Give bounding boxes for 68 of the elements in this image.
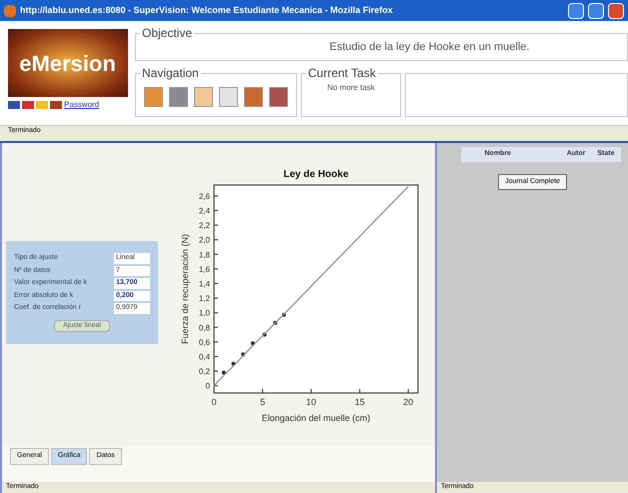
y-tick-label: 1,8 — [198, 250, 211, 260]
y-axis-label: Fuerza de recuperación (N) — [180, 234, 190, 344]
objective-label: Objective — [140, 25, 194, 41]
data-point — [231, 362, 236, 366]
y-tick-label: 0,8 — [198, 323, 211, 332]
x-tick: 15 — [354, 388, 365, 407]
navigation-button[interactable] — [169, 87, 188, 107]
y-tick-label: 1,4 — [198, 280, 211, 289]
y-tick: 2,2 — [198, 221, 218, 230]
y-tick: 2,0 — [198, 236, 218, 245]
logo-text: eMersion — [19, 50, 116, 78]
flag-icon[interactable] — [22, 101, 34, 109]
window-title: http://lablu.uned.es:8080 - SuperVision: Welcome Estudiante Mecanica - Mozilla Firefox — [20, 4, 393, 17]
x-tick: 5 — [260, 388, 266, 407]
navigation-button[interactable] — [144, 87, 163, 107]
navigation-button[interactable] — [244, 87, 263, 107]
y-tick-label: 2,4 — [198, 206, 211, 216]
y-tick-label: 1,2 — [198, 294, 211, 304]
current-task-text: No more task — [327, 82, 375, 94]
minimize-button[interactable] — [568, 2, 584, 18]
y-tick: 1,4 — [198, 280, 218, 289]
y-tick-label: 0 — [206, 382, 211, 391]
data-point — [250, 341, 255, 346]
data-point — [241, 352, 246, 356]
y-tick: 0,8 — [198, 323, 218, 332]
x-tick: 10 — [306, 388, 316, 407]
y-tick: 1,2 — [198, 294, 218, 304]
y-tick: 2,6 — [198, 192, 218, 201]
data-point — [273, 320, 278, 325]
y-tick-label: 2,2 — [198, 221, 211, 230]
browser-icon — [4, 4, 16, 16]
x-tick-label: 10 — [306, 397, 316, 407]
data-point — [262, 332, 267, 337]
y-tick-label: 1,6 — [198, 264, 211, 274]
y-tick: 1,6 — [198, 264, 218, 274]
x-axis-label: Elongación del muelle (cm) — [262, 413, 370, 423]
close-button[interactable] — [608, 2, 624, 18]
x-tick: 20 — [403, 388, 414, 407]
password-link[interactable]: Password — [64, 99, 100, 111]
navigation-button[interactable] — [194, 87, 213, 107]
navigation-label: Navigation — [140, 65, 201, 81]
y-tick-label: 1,0 — [198, 308, 211, 318]
x-tick: 0 — [212, 388, 216, 407]
y-tick: 2,4 — [198, 206, 218, 216]
data-point — [222, 370, 226, 375]
y-tick-label: 0,6 — [198, 338, 211, 347]
y-tick: 1,8 — [198, 250, 218, 260]
data-point — [282, 312, 286, 317]
chart-title: Ley de Hooke — [283, 169, 349, 180]
maximize-button[interactable] — [588, 2, 604, 18]
flag-icon[interactable] — [50, 101, 62, 109]
navigation-button[interactable] — [219, 87, 238, 107]
y-tick-label: 2,6 — [198, 192, 211, 201]
x-tick-label: 20 — [403, 397, 414, 407]
y-tick: 0,6 — [198, 338, 218, 347]
objective-text: Estudio de la ley de Hooke en un muelle. — [330, 40, 530, 55]
y-tick: 1,0 — [198, 308, 218, 318]
flag-icon[interactable] — [8, 101, 20, 109]
y-tick-label: 0,2 — [198, 367, 211, 376]
x-tick-label: 15 — [354, 397, 365, 407]
navigation-button[interactable] — [269, 87, 288, 107]
y-tick-label: 2,0 — [198, 236, 211, 245]
y-tick: 0 — [206, 382, 218, 391]
flag-icon[interactable] — [36, 101, 48, 109]
y-tick-label: 0,4 — [198, 352, 211, 362]
x-tick-label: 5 — [260, 397, 266, 407]
y-tick: 0,2 — [198, 367, 218, 376]
y-tick: 0,4 — [198, 352, 218, 362]
